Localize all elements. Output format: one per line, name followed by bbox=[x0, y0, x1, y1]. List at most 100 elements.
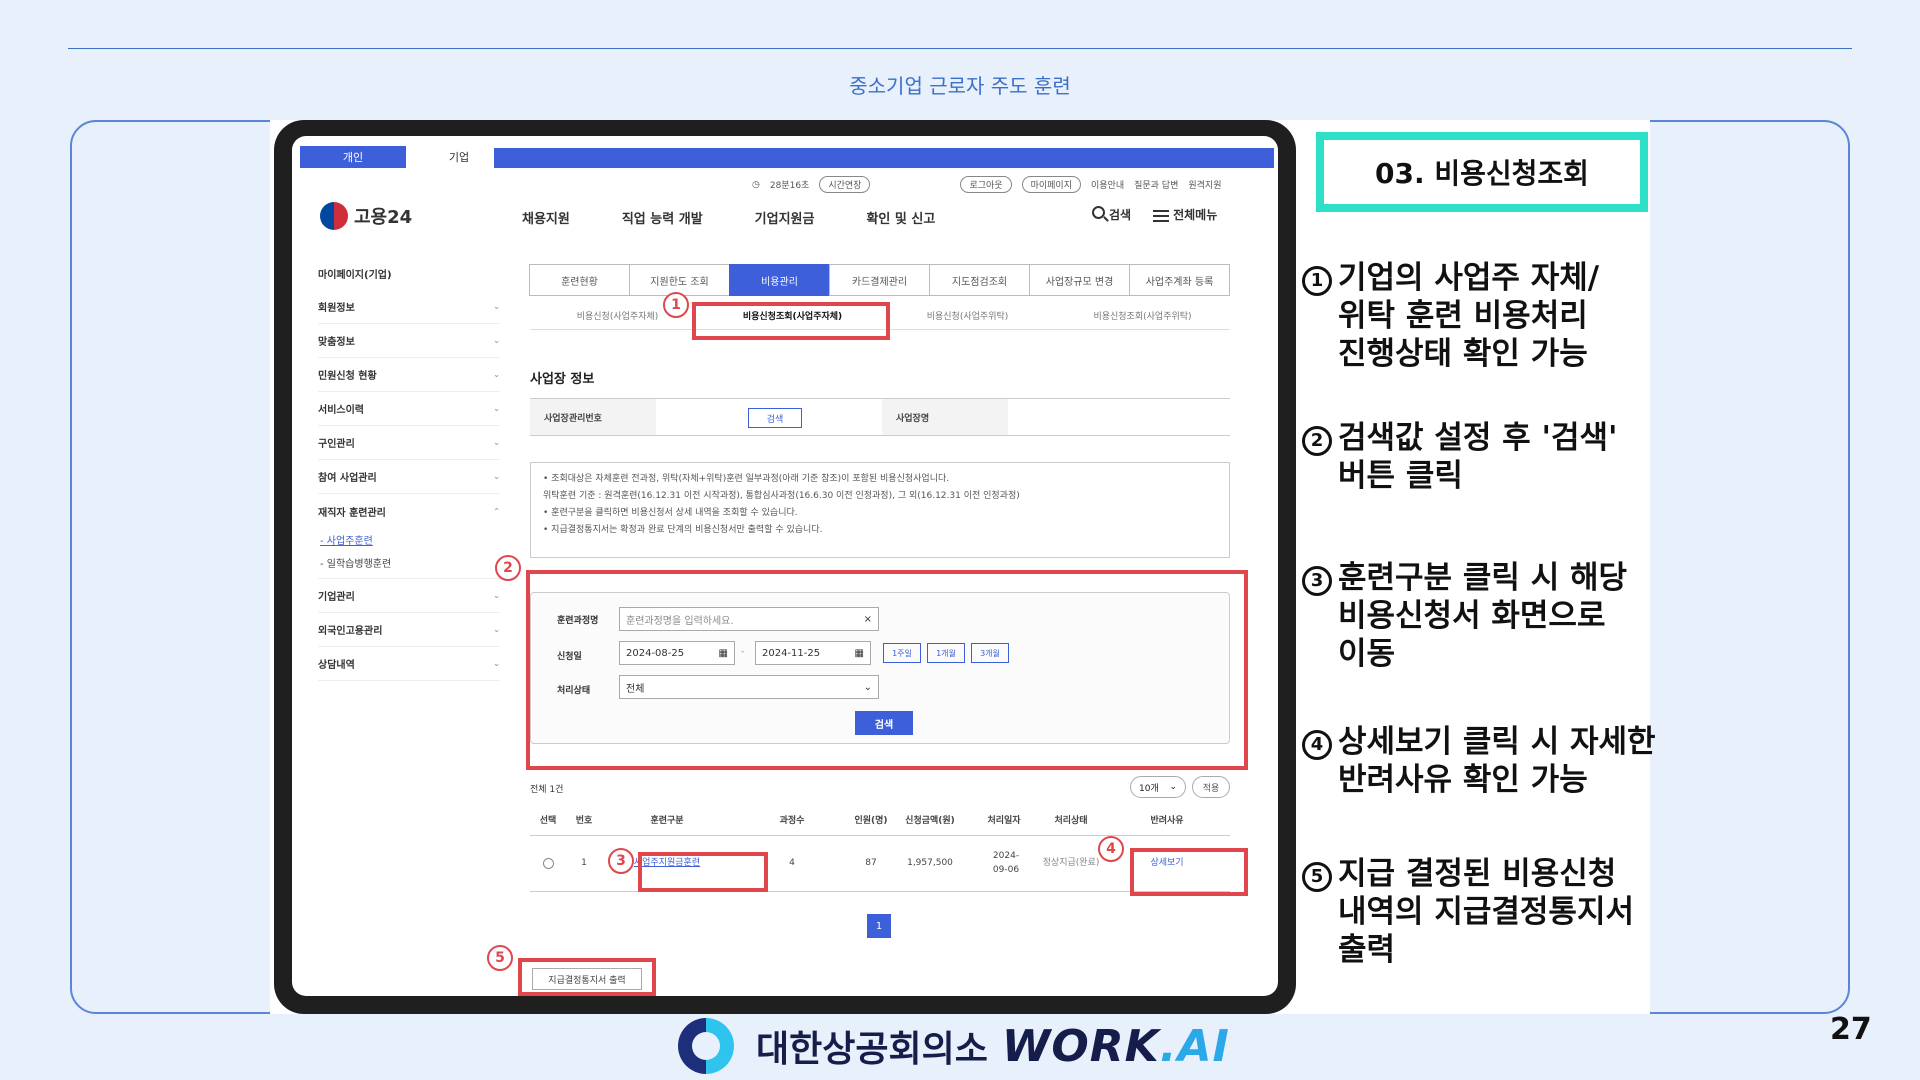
row-people: 87 bbox=[865, 857, 877, 868]
col-no: 번호 bbox=[575, 815, 593, 826]
footer-org-name: 대한상공회의소 bbox=[756, 1029, 988, 1070]
page-number: 27 bbox=[1830, 1012, 1872, 1047]
annotation-5: 5 bbox=[487, 945, 513, 971]
step-1: 1 기업의 사업주 자체/ 위탁 훈련 비용처리 진행상태 확인 가능 bbox=[1302, 260, 1684, 373]
extend-time-button[interactable]: 시간연장 bbox=[819, 176, 871, 193]
tab-cost-apply-consign[interactable]: 비용신청(사업주위탁) bbox=[880, 302, 1055, 329]
notice-box: • 조회대상은 자체훈련 전과정, 위탁(자체+위탁)훈련 일부과정(아래 기준… bbox=[530, 462, 1230, 558]
table-header: 선택 번호 훈련구분 과정수 인원(명) 신청금액(원) 처리일자 처리상태 반… bbox=[530, 808, 1230, 836]
all-menu-button[interactable]: 전체메뉴 bbox=[1153, 206, 1217, 223]
chevron-down-icon: ⌄ bbox=[493, 438, 500, 447]
tab-inspection[interactable]: 지도점검조회 bbox=[929, 264, 1030, 296]
session-timer: 28분16초 bbox=[769, 181, 810, 191]
sidebar-item-foreign[interactable]: 외국인고용관리 ⌄ bbox=[318, 613, 500, 647]
chevron-down-icon: ⌄ bbox=[493, 659, 500, 668]
chevron-down-icon: ⌄ bbox=[1169, 782, 1177, 792]
step-2: 2 검색값 설정 후 '검색' 버튼 클릭 bbox=[1302, 420, 1684, 496]
header-actions: 검색 전체메뉴 bbox=[1092, 206, 1217, 223]
site-logo[interactable]: 고용24 bbox=[320, 202, 412, 230]
annotation-4: 4 bbox=[1098, 836, 1124, 862]
sidebar-subitem-employer-training[interactable]: - 사업주훈련 bbox=[318, 528, 500, 551]
sidebar-subitem-work-study[interactable]: - 일학습병행훈련 bbox=[318, 551, 500, 579]
step-number: 2 bbox=[1302, 426, 1332, 456]
sidebar-item-recruit[interactable]: 구인관리 ⌄ bbox=[318, 426, 500, 460]
clock-icon: ◷ bbox=[752, 179, 760, 190]
apply-button[interactable]: 적용 bbox=[1192, 776, 1230, 798]
col-status: 처리상태 bbox=[1054, 815, 1088, 826]
sidebar-item-business[interactable]: 참여 사업관리 ⌄ bbox=[318, 460, 500, 494]
sidebar-heading: 마이페이지(기업) bbox=[318, 269, 392, 281]
col-reject: 반려사유 bbox=[1150, 815, 1184, 826]
top-bar bbox=[494, 148, 1274, 168]
chevron-down-icon: ⌄ bbox=[493, 625, 500, 634]
footer-brand: WORK.AI bbox=[1001, 1020, 1230, 1072]
sidebar-item-counsel[interactable]: 상담내역 ⌄ bbox=[318, 647, 500, 681]
notice-line: • 훈련구분을 클릭하면 비용신청서 상세 내역을 조회할 수 있습니다. bbox=[543, 508, 798, 519]
gnb-item-report[interactable]: 확인 및 신고 bbox=[866, 208, 935, 227]
sidebar-item-custom[interactable]: 맞춤정보 ⌄ bbox=[318, 324, 500, 358]
chevron-down-icon: ⌄ bbox=[493, 404, 500, 413]
highlight-training-type bbox=[638, 852, 768, 892]
sidebar-item-member[interactable]: 회원정보 ⌄ bbox=[318, 290, 500, 324]
reg-no-label: 사업장관리번호 bbox=[530, 399, 656, 435]
top-divider bbox=[68, 48, 1852, 49]
notice-line: • 지급결정통지서는 확정과 완료 단계의 비용신청서만 출력할 수 있습니다. bbox=[543, 525, 823, 536]
hamburger-icon bbox=[1153, 209, 1170, 222]
col-courses: 과정수 bbox=[779, 815, 805, 826]
tab-account[interactable]: 사업주계좌 등록 bbox=[1129, 264, 1230, 296]
primary-tabs: 훈련현황 지원한도 조회 비용관리 카드결제관리 지도점검조회 사업장규모 변경… bbox=[529, 264, 1230, 296]
chevron-down-icon: ⌄ bbox=[493, 591, 500, 600]
sidebar-item-history[interactable]: 서비스이력 ⌄ bbox=[318, 392, 500, 426]
annotation-2: 2 bbox=[495, 555, 521, 581]
sidebar-item-civil[interactable]: 민원신청 현황 ⌄ bbox=[318, 358, 500, 392]
step-4: 4 상세보기 클릭 시 자세한 반려사유 확인 가능 bbox=[1302, 724, 1684, 800]
tab-training-status[interactable]: 훈련현황 bbox=[529, 264, 630, 296]
gnb-item-jobs[interactable]: 채용지원 bbox=[522, 208, 570, 227]
page-size-select[interactable]: 10개 ⌄ bbox=[1130, 776, 1186, 798]
gnb-item-training[interactable]: 직업 능력 개발 bbox=[622, 208, 703, 227]
annotation-1: 1 bbox=[663, 292, 689, 318]
notice-line: 위탁훈련 기준 : 원격훈련(16.12.31 이전 시작과정), 통합심사과정… bbox=[543, 491, 1020, 502]
highlight-search-form bbox=[526, 570, 1248, 770]
mypage-button[interactable]: 마이페이지 bbox=[1021, 176, 1081, 193]
col-type: 훈련구분 bbox=[650, 815, 684, 826]
row-select[interactable] bbox=[530, 836, 566, 891]
header-search-button[interactable]: 검색 bbox=[1092, 206, 1131, 223]
sidebar-item-training[interactable]: 재직자 훈련관리 ⌃ bbox=[318, 494, 500, 528]
sidebar-item-company[interactable]: 기업관리 ⌄ bbox=[318, 579, 500, 613]
notice-line: • 조회대상은 자체훈련 전과정, 위탁(자체+위탁)훈련 일부과정(아래 기준… bbox=[543, 474, 950, 484]
step-number: 1 bbox=[1302, 266, 1332, 296]
slide-title: 중소기업 근로자 주도 훈련 bbox=[849, 74, 1071, 98]
result-count: 전체 1건 bbox=[530, 785, 564, 795]
step-text: 검색값 설정 후 '검색' 버튼 클릭 bbox=[1338, 420, 1618, 494]
utility-bar: ◷ 28분16초 시간연장 로그아웃 마이페이지 이용안내 질문과 답변 원격지… bbox=[752, 176, 1222, 193]
taegeuk-icon bbox=[320, 202, 348, 230]
remote-support-link[interactable]: 원격지원 bbox=[1188, 178, 1221, 191]
table-row: 1 사업주지원금훈련 4 87 1,957,500 2024-09-06 정상지… bbox=[530, 836, 1230, 892]
chevron-up-icon: ⌃ bbox=[493, 506, 500, 516]
tab-cost-inquiry-consign[interactable]: 비용신청조회(사업주위탁) bbox=[1055, 302, 1230, 329]
tab-personal[interactable]: 개인 bbox=[300, 146, 406, 168]
highlight-inquiry-tab bbox=[692, 302, 890, 340]
footer-logo: 대한상공회의소 WORK.AI bbox=[668, 1012, 1230, 1080]
search-label: 검색 bbox=[1109, 208, 1132, 222]
guide-link[interactable]: 이용안내 bbox=[1091, 178, 1124, 191]
radio-button[interactable] bbox=[542, 858, 554, 869]
row-status: 정상지급(완료) bbox=[1042, 857, 1100, 868]
tab-cost-management[interactable]: 비용관리 bbox=[729, 264, 830, 296]
col-amount: 신청금액(원) bbox=[905, 815, 955, 826]
tab-business-size[interactable]: 사업장규모 변경 bbox=[1029, 264, 1130, 296]
col-select: 선택 bbox=[539, 815, 557, 826]
gnb-item-subsidy[interactable]: 기업지원금 bbox=[755, 208, 815, 227]
chevron-down-icon: ⌄ bbox=[493, 302, 500, 311]
tab-card-payment[interactable]: 카드결제관리 bbox=[829, 264, 930, 296]
gear-logo-icon bbox=[668, 1012, 742, 1080]
logout-button[interactable]: 로그아웃 bbox=[960, 176, 1012, 193]
chevron-down-icon: ⌄ bbox=[493, 336, 500, 345]
pagination-page-1[interactable]: 1 bbox=[867, 914, 891, 938]
row-amount: 1,957,500 bbox=[907, 857, 953, 868]
step-number: 4 bbox=[1302, 730, 1332, 760]
faq-link[interactable]: 질문과 답변 bbox=[1134, 178, 1178, 191]
tab-support-limit[interactable]: 지원한도 조회 bbox=[629, 264, 730, 296]
business-search-button[interactable]: 검색 bbox=[748, 408, 802, 428]
